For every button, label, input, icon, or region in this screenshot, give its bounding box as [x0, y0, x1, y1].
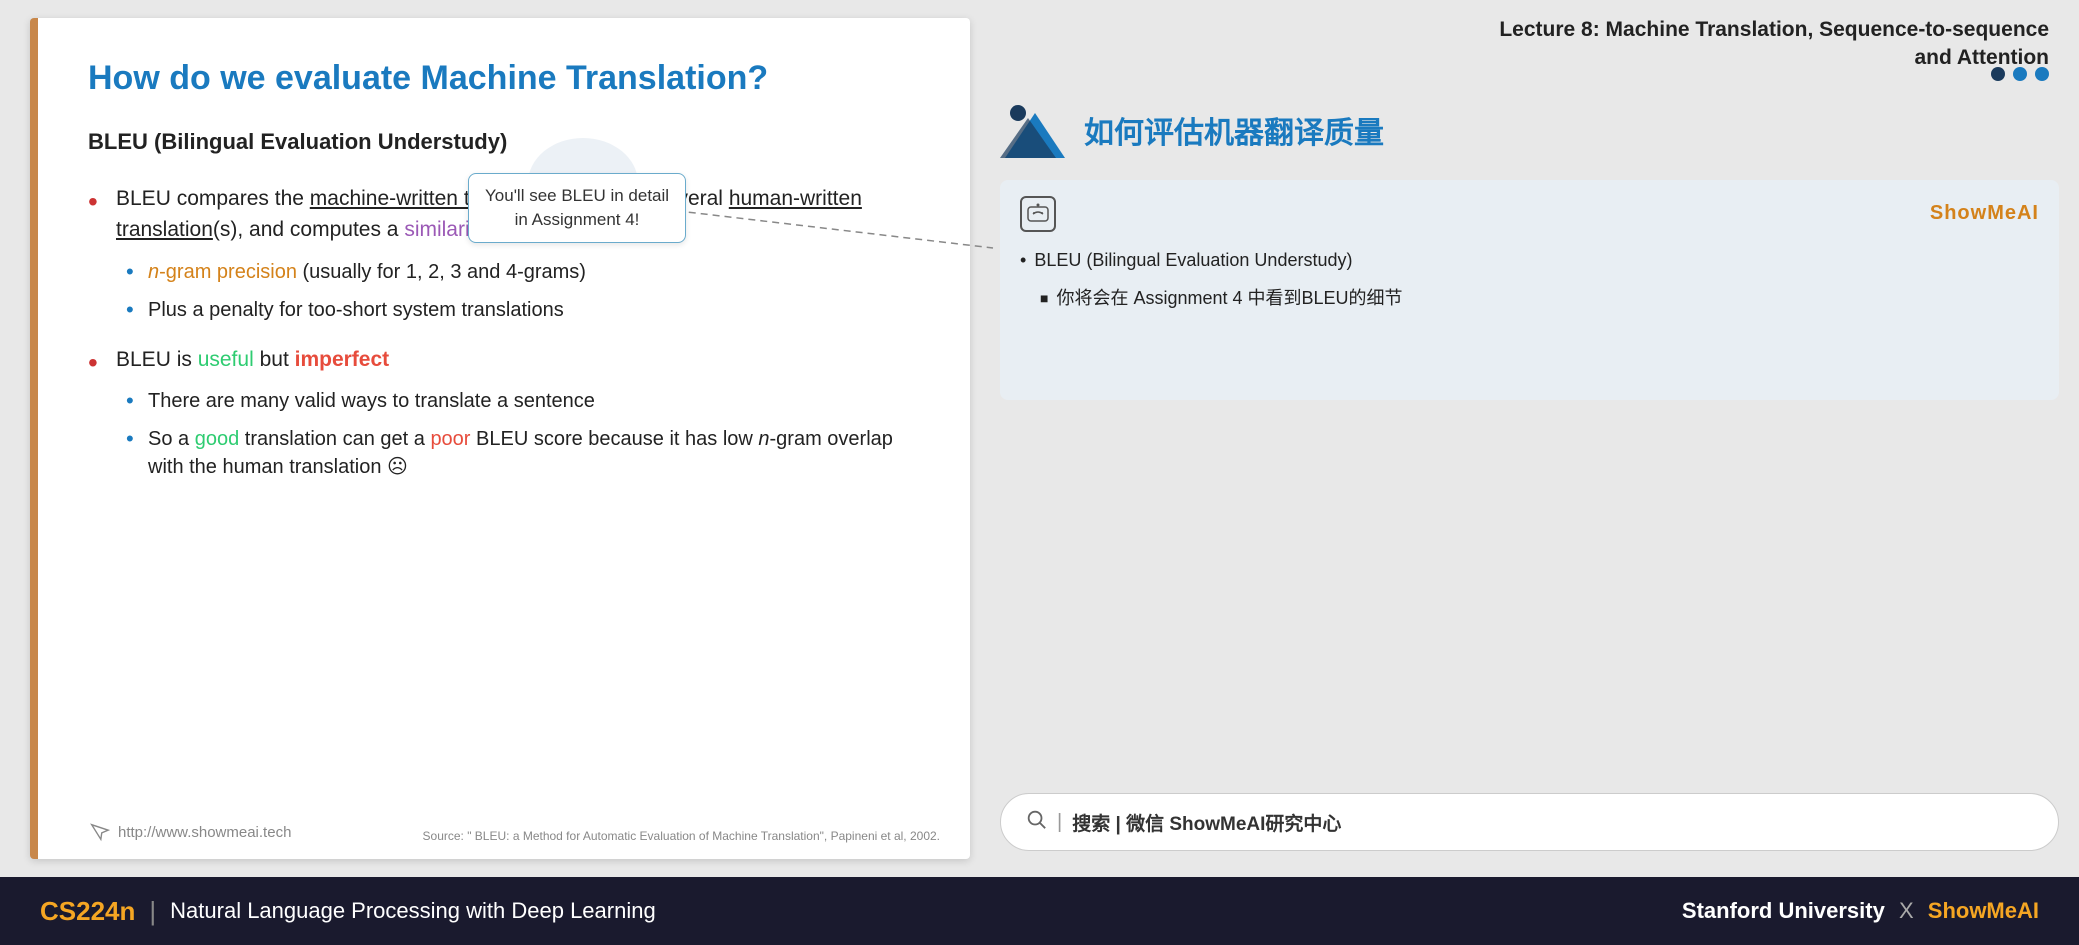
showmeai-brand: ShowMeAI	[1930, 202, 2039, 225]
footer-source: Source: " BLEU: a Method for Automatic E…	[423, 829, 940, 843]
ai-svg	[1026, 203, 1050, 225]
valid-ways-text: There are many valid ways to translate a…	[148, 390, 595, 412]
bullet1-text3: (s), and computes a	[213, 218, 404, 241]
poor-word: poor	[430, 428, 470, 450]
bottom-left: CS224n | Natural Language Processing wit…	[40, 896, 656, 927]
search-box[interactable]: | 搜索 | 微信 ShowMeAI研究中心	[1000, 793, 2059, 851]
note-sub-bullet-1: ■ 你将会在 Assignment 4 中看到BLEU的细节	[1040, 284, 2039, 313]
slide-footer: http://www.showmeai.tech Source: " BLEU:…	[88, 821, 940, 843]
note-bullet-1-text: BLEU (Bilingual Evaluation Understudy)	[1034, 246, 1352, 275]
content-area: How do we evaluate Machine Translation? …	[0, 0, 2079, 877]
note-sub-square-1: ■	[1040, 287, 1048, 313]
slide-panel: How do we evaluate Machine Translation? …	[30, 18, 970, 859]
divider-bar: |	[149, 896, 156, 927]
stanford-label: Stanford University	[1682, 898, 1885, 923]
showmeai-bottom-label: ShowMeAI	[1928, 898, 2039, 923]
note-content: • BLEU (Bilingual Evaluation Understudy)…	[1020, 246, 2039, 314]
good-word: good	[195, 428, 240, 450]
penalty-text: Plus a penalty for too-short system tran…	[148, 299, 564, 321]
bullet2-text1: BLEU is	[116, 348, 198, 371]
sub-bullet-list-1: n-gram precision (usually for 1, 2, 3 an…	[126, 258, 920, 324]
bleu-bold-u: U	[378, 129, 394, 154]
lecture-title-line1: Lecture 8: Machine Translation, Sequence…	[1000, 16, 2049, 44]
main-container: How do we evaluate Machine Translation? …	[0, 0, 2079, 945]
ngram-precision: -gram precision	[159, 261, 297, 283]
note-card-header: ShowMeAI	[1020, 196, 2039, 232]
search-text: 搜索 | 微信 ShowMeAI研究中心	[1072, 809, 1341, 836]
note-bullet-dot-1: •	[1020, 246, 1026, 275]
sub-bullet-2-1: There are many valid ways to translate a…	[126, 387, 920, 415]
ngram-text: (usually for 1, 2, 3 and 4-grams)	[297, 261, 586, 283]
note-bullet-1: • BLEU (Bilingual Evaluation Understudy)	[1020, 246, 2039, 275]
bleu-text3: valuation	[275, 129, 378, 154]
bottom-bar: CS224n | Natural Language Processing wit…	[0, 877, 2079, 945]
footer-url: http://www.showmeai.tech	[88, 821, 291, 843]
search-icon	[1025, 808, 1047, 836]
lecture-header: Lecture 8: Machine Translation, Sequence…	[1000, 16, 2059, 73]
bleu-bold-b: B	[88, 129, 104, 154]
good-translation-text2: translation can get a	[239, 428, 430, 450]
spacer	[1000, 414, 2059, 779]
chinese-title-section: 如何评估机器翻译质量	[1000, 95, 2059, 166]
wave-icon	[1000, 103, 1070, 158]
dots-row	[1000, 67, 2059, 81]
cursor-icon	[88, 821, 110, 843]
note-sub-bullet-1-text: 你将会在 Assignment 4 中看到BLEU的细节	[1056, 284, 1402, 313]
bleu-bold-e: E	[260, 129, 275, 154]
note-card: ShowMeAI • BLEU (Bilingual Evaluation Un…	[1000, 180, 2059, 400]
search-divider: |	[1057, 811, 1062, 834]
x-separator: X	[1899, 898, 1920, 923]
url-text: http://www.showmeai.tech	[118, 824, 291, 841]
sub-bullet-list-2: There are many valid ways to translate a…	[126, 387, 920, 481]
slide-title: How do we evaluate Machine Translation?	[88, 58, 920, 99]
bullet2-imperfect: imperfect	[295, 348, 390, 371]
chinese-title-text: 如何评估机器翻译质量	[1084, 108, 1384, 152]
course-title: Natural Language Processing with Deep Le…	[170, 898, 656, 924]
bleu-text1: LEU (	[104, 129, 161, 154]
dashed-connector	[653, 198, 1013, 258]
bullet1-text1: BLEU compares the	[116, 187, 310, 210]
sub-bullet-2-2: So a good translation can get a poor BLE…	[126, 425, 920, 481]
bleu-bold-b2: B	[161, 129, 177, 154]
bullet2-text2: but	[254, 348, 295, 371]
bleu-text4: nderstudy)	[394, 129, 508, 154]
dot-1	[1991, 67, 2005, 81]
dot-3	[2035, 67, 2049, 81]
sub-bullet-1-2: Plus a penalty for too-short system tran…	[126, 296, 920, 324]
search-svg	[1025, 808, 1047, 830]
cs224n-label: CS224n	[40, 896, 135, 927]
dot-2	[2013, 67, 2027, 81]
bottom-right: Stanford University X ShowMeAI	[1682, 898, 2039, 924]
callout-bubble: You'll see BLEU in detailin Assignment 4…	[468, 173, 686, 243]
sub-bullet-1-1: n-gram precision (usually for 1, 2, 3 an…	[126, 258, 920, 286]
ngram-italic: n	[148, 261, 159, 283]
bullet-2: BLEU is useful but imperfect There are m…	[88, 344, 920, 482]
right-panel: Lecture 8: Machine Translation, Sequence…	[990, 0, 2079, 877]
ai-icon	[1020, 196, 1056, 232]
bleu-definition: BLEU (Bilingual Evaluation Understudy)	[88, 129, 920, 155]
ngram-italic-2: n	[758, 428, 769, 450]
good-translation-text3: BLEU score because it has low	[470, 428, 758, 450]
good-translation-text1: So a	[148, 428, 195, 450]
bleu-text2: ilingual	[177, 129, 260, 154]
bullet2-useful: useful	[198, 348, 254, 371]
